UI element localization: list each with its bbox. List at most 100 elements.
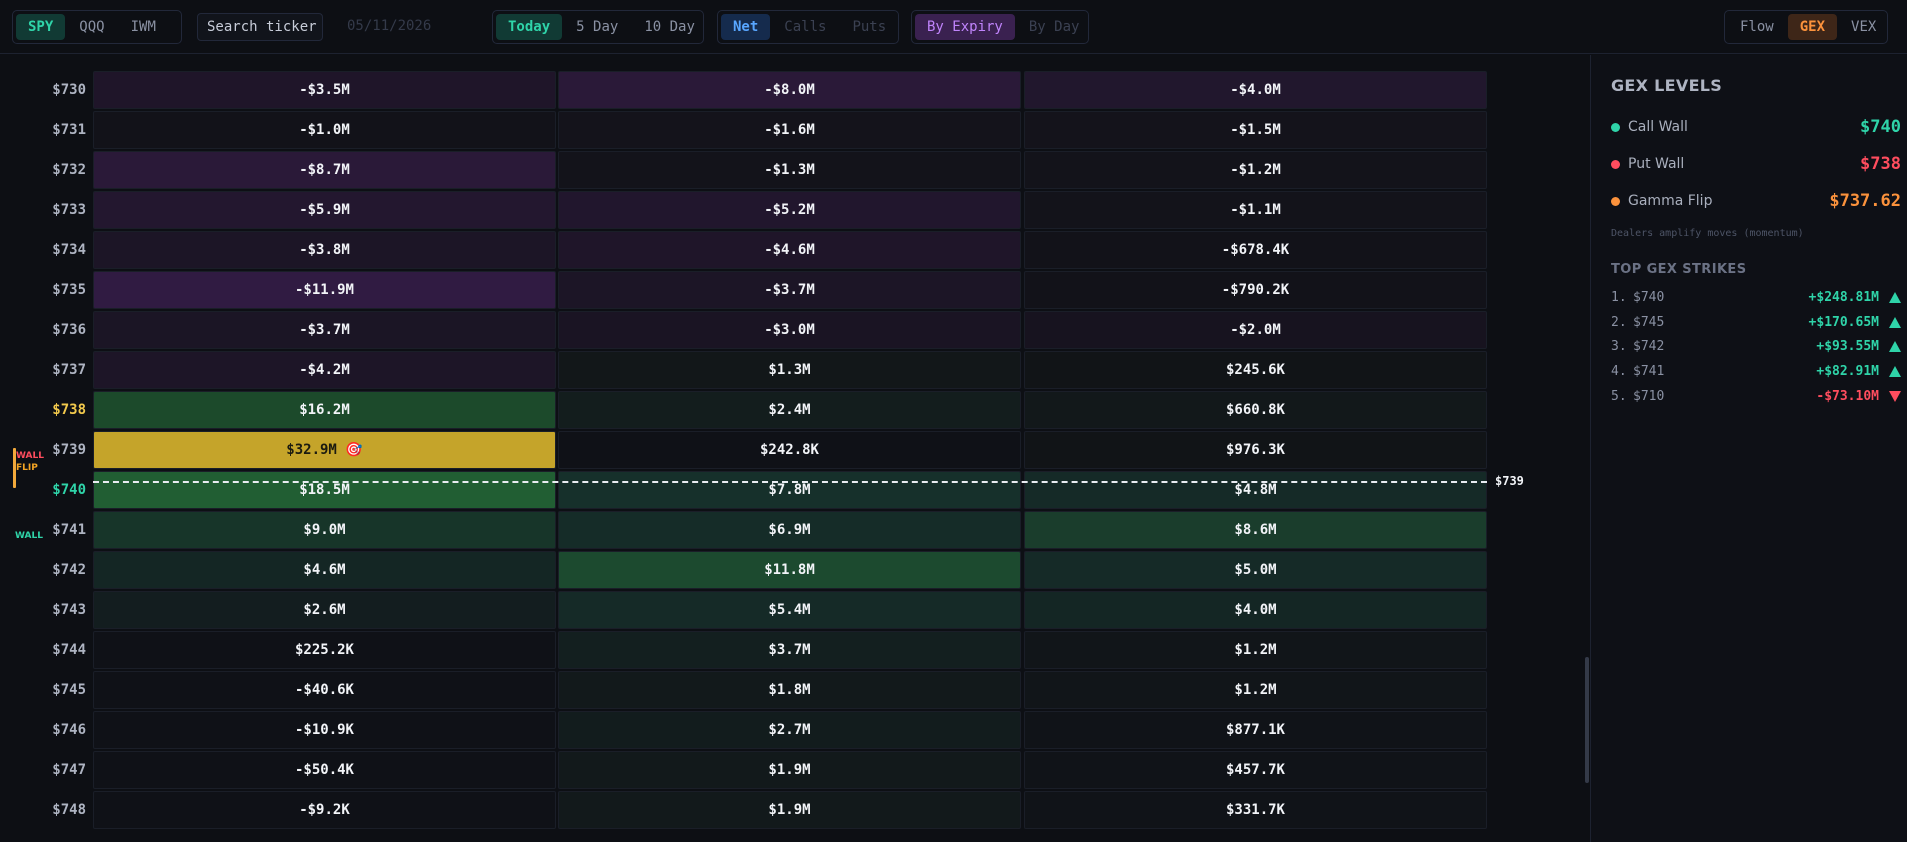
gex-cell[interactable]: -$50.4K — [93, 751, 556, 789]
down-arrow-icon — [1889, 390, 1901, 402]
gex-cell[interactable]: -$3.0M — [558, 311, 1021, 349]
gex-cell-max[interactable]: $32.9M 🎯 — [93, 431, 556, 469]
gex-cell[interactable]: -$4.6M — [558, 231, 1021, 269]
top-strike-row[interactable]: 1. $740 +$248.81M — [1611, 287, 1901, 307]
gex-cell[interactable]: $5.4M — [558, 591, 1021, 629]
gex-cell[interactable]: $1.9M — [558, 791, 1021, 829]
strike-row-745: $745 -$40.6K $1.8M $1.2M — [0, 670, 1500, 710]
gex-cell[interactable]: $1.3M — [558, 351, 1021, 389]
ticker-spy-button[interactable]: SPY — [16, 14, 66, 40]
gex-cell[interactable]: -$4.0M — [1024, 71, 1487, 109]
date-input[interactable]: 05/11/2026 — [347, 18, 431, 34]
strike-label: $732 — [52, 162, 86, 178]
gex-cell[interactable]: -$8.7M — [93, 151, 556, 189]
gex-cell[interactable]: -$3.7M — [93, 311, 556, 349]
gex-cell[interactable]: $1.2M — [1024, 631, 1487, 669]
gex-cell[interactable]: -$40.6K — [93, 671, 556, 709]
gex-cell[interactable]: -$1.2M — [1024, 151, 1487, 189]
gex-cell[interactable]: $225.2K — [93, 631, 556, 669]
call-wall-tag: WALL — [15, 531, 43, 541]
gex-cell[interactable]: $1.2M — [1024, 671, 1487, 709]
strike-row-737: $737 -$4.2M $1.3M $245.6K — [0, 350, 1500, 390]
gex-cell[interactable]: $8.6M — [1024, 511, 1487, 549]
range-10day-button[interactable]: 10 Day — [632, 14, 707, 40]
gex-cell[interactable]: $2.6M — [93, 591, 556, 629]
range-5day-button[interactable]: 5 Day — [564, 14, 630, 40]
put-wall-tag: WALL — [16, 451, 44, 461]
gex-cell[interactable]: $4.8M — [1024, 471, 1487, 509]
by-day-button[interactable]: By Day — [1017, 14, 1092, 40]
top-strikes-title: TOP GEX STRIKES — [1611, 262, 1747, 277]
calls-button[interactable]: Calls — [772, 14, 838, 40]
put-wall-dot-icon — [1611, 159, 1620, 169]
gex-cell[interactable]: $660.8K — [1024, 391, 1487, 429]
gex-cell[interactable]: -$1.3M — [558, 151, 1021, 189]
level-label: Put Wall — [1628, 156, 1685, 172]
gex-cell[interactable]: $1.9M — [558, 751, 1021, 789]
gex-cell[interactable]: $242.8K — [558, 431, 1021, 469]
gex-cell[interactable]: -$1.1M — [1024, 191, 1487, 229]
gex-cell[interactable]: $6.9M — [558, 511, 1021, 549]
gex-cell[interactable]: -$790.2K — [1024, 271, 1487, 309]
gex-cell[interactable]: $7.8M — [558, 471, 1021, 509]
gex-cell[interactable]: $331.7K — [1024, 791, 1487, 829]
gex-cell[interactable]: $245.6K — [1024, 351, 1487, 389]
gex-cell[interactable]: $2.7M — [558, 711, 1021, 749]
flow-tab[interactable]: Flow — [1728, 14, 1786, 40]
gex-cell[interactable]: -$11.9M — [93, 271, 556, 309]
gex-cell[interactable]: -$4.2M — [93, 351, 556, 389]
gex-cell[interactable]: -$9.2K — [93, 791, 556, 829]
strike-row-741: $741 $9.0M $6.9M $8.6M — [0, 510, 1500, 550]
gex-cell[interactable]: -$1.6M — [558, 111, 1021, 149]
gex-cell[interactable]: -$678.4K — [1024, 231, 1487, 269]
gex-cell[interactable]: $976.3K — [1024, 431, 1487, 469]
puts-button[interactable]: Puts — [840, 14, 898, 40]
gex-cell[interactable]: $457.7K — [1024, 751, 1487, 789]
gex-cell[interactable]: $2.4M — [558, 391, 1021, 429]
vex-tab[interactable]: VEX — [1839, 14, 1888, 40]
gex-cell[interactable]: $5.0M — [1024, 551, 1487, 589]
gex-cell[interactable]: -$10.9K — [93, 711, 556, 749]
gex-cell[interactable]: -$8.0M — [558, 71, 1021, 109]
strike-row-733: $733 -$5.9M -$5.2M -$1.1M — [0, 190, 1500, 230]
gex-cell[interactable]: $877.1K — [1024, 711, 1487, 749]
gex-heatmap: $730 -$3.5M -$8.0M -$4.0M $731 -$1.0M -$… — [0, 55, 1590, 842]
up-arrow-icon — [1889, 291, 1901, 303]
strike-label: $747 — [52, 762, 86, 778]
strike-label: $734 — [52, 242, 86, 258]
gex-cell[interactable]: -$1.5M — [1024, 111, 1487, 149]
gex-cell[interactable]: -$3.8M — [93, 231, 556, 269]
by-expiry-button[interactable]: By Expiry — [915, 14, 1015, 40]
strike-label: $735 — [52, 282, 86, 298]
gex-cell[interactable]: $18.5M — [93, 471, 556, 509]
gex-tab[interactable]: GEX — [1787, 14, 1838, 40]
gex-cell[interactable]: $9.0M — [93, 511, 556, 549]
gex-cell[interactable]: -$1.0M — [93, 111, 556, 149]
net-button[interactable]: Net — [721, 14, 771, 40]
gex-cell[interactable]: -$3.5M — [93, 71, 556, 109]
gex-cell[interactable]: $3.7M — [558, 631, 1021, 669]
gex-cell[interactable]: $4.6M — [93, 551, 556, 589]
gex-cell[interactable]: $11.8M — [558, 551, 1021, 589]
search-input[interactable]: Search ticker — [197, 13, 323, 41]
strike-row-747: $747 -$50.4K $1.9M $457.7K — [0, 750, 1500, 790]
ticker-qqq-button[interactable]: QQQ — [67, 14, 116, 40]
gex-cell[interactable]: $16.2M — [93, 391, 556, 429]
top-strike-row[interactable]: 2. $745 +$170.65M — [1611, 312, 1901, 332]
gex-cell[interactable]: $4.0M — [1024, 591, 1487, 629]
ticker-iwm-button[interactable]: IWM — [119, 14, 168, 40]
top-strike-row[interactable]: 3. $742 +$93.55M — [1611, 336, 1901, 356]
gex-cell[interactable]: -$5.9M — [93, 191, 556, 229]
range-today-button[interactable]: Today — [496, 14, 563, 40]
grid-scrollbar[interactable] — [1585, 657, 1589, 783]
strike-label: $748 — [52, 802, 86, 818]
gex-cell[interactable]: -$5.2M — [558, 191, 1021, 229]
gex-cell[interactable]: $1.8M — [558, 671, 1021, 709]
top-strike-row[interactable]: 5. $710 -$73.10M — [1611, 386, 1901, 406]
top-strike-row[interactable]: 4. $741 +$82.91M — [1611, 361, 1901, 381]
put-wall-level: Put Wall $738 — [1611, 153, 1901, 175]
strike-label: $746 — [52, 722, 86, 738]
gex-cell[interactable]: -$3.7M — [558, 271, 1021, 309]
strike-row-743: $743 $2.6M $5.4M $4.0M — [0, 590, 1500, 630]
gex-cell[interactable]: -$2.0M — [1024, 311, 1487, 349]
